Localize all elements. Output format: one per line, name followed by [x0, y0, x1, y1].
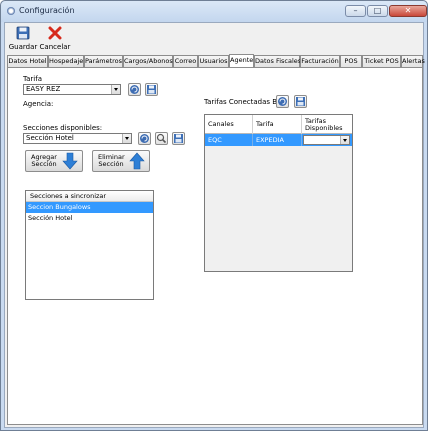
agregar-seccion-button[interactable]: Agregar Sección [25, 150, 83, 172]
list-item[interactable]: Sección Hotel [26, 213, 153, 224]
refresh-icon [140, 134, 149, 143]
tarifa-select[interactable]: EASY REZ [23, 84, 121, 95]
cell-canal[interactable]: EQC [205, 134, 253, 146]
col-tarifa[interactable]: Tarifa [253, 115, 302, 134]
floppy-disk-icon [296, 97, 305, 106]
cancel-label: Cancelar [39, 43, 71, 51]
tab-hospedaje[interactable]: Hospedaje [48, 55, 84, 67]
tab-alertas[interactable]: Alertas [401, 55, 425, 67]
save-tarifas-button[interactable] [294, 95, 307, 108]
grid-header: Canales Tarifa Tarifas Disponibles [205, 115, 352, 134]
tab-cargos-abonos[interactable]: Cargos/Abonos [123, 55, 173, 67]
tarifas-conectadas-label: Tarifas Conectadas BE [204, 98, 282, 106]
secciones-sync-list[interactable]: Secciones a sincronizar Seccion Bungalow… [25, 190, 154, 300]
agente-panel: Tarifa EASY REZ Agencia: Secciones dispo… [7, 67, 423, 425]
tab-pos[interactable]: POS [340, 55, 362, 67]
tarifas-disponibles-select[interactable] [303, 135, 350, 145]
chevron-down-icon [111, 85, 120, 94]
eliminar-seccion-button[interactable]: Eliminar Sección [92, 150, 150, 172]
secciones-label: Secciones disponibles: [23, 124, 103, 132]
tarifas-grid[interactable]: Canales Tarifa Tarifas Disponibles EQC E… [204, 114, 353, 272]
agencia-label: Agencia: [23, 100, 54, 108]
save-button[interactable]: Guardar [7, 25, 39, 51]
tab-correo[interactable]: Correo [173, 55, 198, 67]
col-tarifas-disponibles[interactable]: Tarifas Disponibles [302, 115, 352, 134]
cell-tarifa[interactable]: EXPEDIA [253, 134, 302, 146]
tab-facturacion[interactable]: Facturación [300, 55, 340, 67]
tab-usuarios[interactable]: Usuarios [198, 55, 229, 67]
app-icon [7, 7, 15, 15]
floppy-disk-icon [174, 134, 183, 143]
secciones-value: Sección Hotel [26, 134, 74, 142]
red-x-icon [48, 26, 62, 40]
tab-parametros[interactable]: Parámetros [84, 55, 123, 67]
tab-datos-fiscales[interactable]: Datos Fiscales [254, 55, 301, 67]
agregar-seccion-label: Agregar Sección [31, 153, 57, 168]
tab-ticket-pos[interactable]: Ticket POS [362, 55, 401, 67]
chevron-down-icon [340, 136, 349, 144]
eliminar-seccion-label: Eliminar Sección [98, 153, 125, 168]
chevron-down-icon [122, 134, 131, 143]
secciones-select[interactable]: Sección Hotel [23, 133, 132, 144]
save-secciones-button[interactable] [172, 132, 185, 145]
magnifier-icon [156, 133, 167, 144]
cell-tarifas-disponibles[interactable] [302, 134, 352, 146]
refresh-icon [130, 85, 139, 94]
floppy-disk-icon [16, 26, 30, 40]
sync-list-header: Secciones a sincronizar [26, 191, 153, 202]
tab-datos-hotel[interactable]: Datos Hotel [7, 55, 48, 67]
refresh-secciones-button[interactable] [138, 132, 151, 145]
minimize-button[interactable]: – [345, 5, 366, 17]
arrow-down-icon [62, 152, 78, 170]
floppy-disk-icon [147, 85, 156, 94]
config-window: Configuración – □ ✕ Guardar Cancelar Dat… [0, 0, 428, 431]
tarifa-value: EASY REZ [26, 85, 61, 93]
search-secciones-button[interactable] [155, 132, 168, 145]
cancel-button[interactable]: Cancelar [39, 25, 71, 51]
save-label: Guardar [8, 43, 38, 51]
refresh-tarifas-button[interactable] [276, 95, 289, 108]
table-row[interactable]: EQC EXPEDIA [205, 134, 352, 146]
refresh-tarifa-button[interactable] [128, 83, 141, 96]
maximize-button[interactable]: □ [367, 5, 388, 17]
close-button[interactable]: ✕ [389, 5, 427, 17]
col-canales[interactable]: Canales [205, 115, 253, 134]
list-item[interactable]: Seccion Bungalows [26, 202, 153, 213]
arrow-up-icon [129, 152, 145, 170]
client-area: Guardar Cancelar Datos Hotel Hospedaje P… [4, 22, 425, 428]
window-title: Configuración [19, 6, 75, 15]
tab-agente[interactable]: Agente [229, 54, 254, 67]
tab-strip: Datos Hotel Hospedaje Parámetros Cargos/… [7, 54, 425, 67]
refresh-icon [278, 97, 287, 106]
title-bar: Configuración – □ ✕ [1, 1, 427, 22]
save-tarifa-button[interactable] [145, 83, 158, 96]
tarifa-label: Tarifa [23, 75, 42, 83]
